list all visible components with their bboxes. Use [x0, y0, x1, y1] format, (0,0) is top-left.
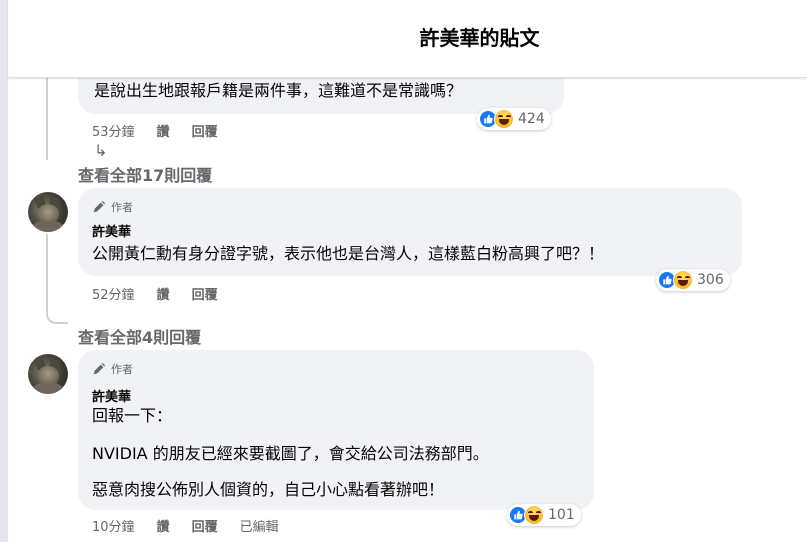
- reply-button[interactable]: 回覆: [192, 121, 218, 140]
- reply-button[interactable]: 回覆: [192, 284, 218, 303]
- comment-text: 公開黃仁勳有身分證字號，表示他也是台灣人，這樣藍白粉高興了吧？！: [92, 244, 605, 263]
- reaction-count: 101: [548, 507, 575, 523]
- pencil-icon: [93, 362, 106, 375]
- comment-author[interactable]: 許美華: [92, 386, 131, 405]
- reaction-count: 424: [518, 111, 545, 127]
- haha-icon: [673, 270, 693, 290]
- edited-label[interactable]: 已編輯: [240, 516, 279, 535]
- reaction-summary[interactable]: 306: [656, 269, 730, 291]
- comment-actions: 10分鐘 讚 回覆 已編輯: [92, 516, 301, 535]
- reply-button[interactable]: 回覆: [192, 516, 218, 535]
- comment-text: 是說出生地跟報戶籍是兩件事，這難道不是常識嗎？: [94, 81, 463, 100]
- reaction-summary[interactable]: 101: [507, 504, 581, 526]
- author-tag-label: 作者: [111, 201, 133, 214]
- view-replies-link[interactable]: 查看全部4則回覆: [78, 324, 201, 348]
- comment-time[interactable]: 52分鐘: [92, 284, 135, 303]
- like-button[interactable]: 讚: [157, 284, 170, 303]
- author-tag-label: 作者: [111, 363, 133, 376]
- pencil-icon: [93, 200, 106, 213]
- like-button[interactable]: 讚: [157, 516, 170, 535]
- haha-icon: [494, 109, 514, 129]
- avatar[interactable]: [28, 192, 68, 232]
- thread-line: [46, 234, 48, 314]
- post-dialog: 許美華的貼文 是說出生地跟報戶籍是兩件事，這難道不是常識嗎？ 424 53分鐘 …: [0, 0, 807, 542]
- avatar[interactable]: [28, 354, 68, 394]
- reply-arrow-icon: ↳: [94, 141, 108, 160]
- view-replies-link[interactable]: 查看全部17則回覆: [78, 162, 212, 186]
- comment-time[interactable]: 10分鐘: [92, 516, 135, 535]
- reaction-count: 306: [697, 272, 724, 288]
- haha-icon: [524, 505, 544, 525]
- comment-bubble: 作者 許美華 回報一下： NVIDIA 的朋友已經來要截圖了，會交給公司法務部門…: [78, 350, 594, 510]
- comment-text-line: 惡意肉搜公佈別人個資的，自己小心點看著辦吧！: [92, 480, 445, 499]
- comment-text-line: NVIDIA 的朋友已經來要截圖了，會交給公司法務部門。: [92, 444, 489, 463]
- background-edge: [0, 0, 8, 542]
- comment-bubble: 作者 許美華 公開黃仁勳有身分證字號，表示他也是台灣人，這樣藍白粉高興了吧？！: [78, 188, 742, 276]
- like-button[interactable]: 讚: [157, 121, 170, 140]
- author-badge: 作者: [92, 361, 133, 377]
- comment-author[interactable]: 許美華: [92, 221, 131, 240]
- dialog-title: 許美華的貼文: [419, 26, 540, 50]
- thread-curve: [46, 306, 68, 324]
- comment-text-line: 回報一下：: [92, 406, 173, 425]
- dialog-header: 許美華的貼文: [8, 0, 807, 78]
- comment-actions: 52分鐘 讚 回覆: [92, 284, 240, 303]
- author-badge: 作者: [92, 199, 133, 215]
- thread-line: [46, 78, 48, 160]
- comment-actions: 53分鐘 讚 回覆: [92, 121, 240, 140]
- reaction-summary[interactable]: 424: [477, 108, 551, 130]
- comment-time[interactable]: 53分鐘: [92, 121, 135, 140]
